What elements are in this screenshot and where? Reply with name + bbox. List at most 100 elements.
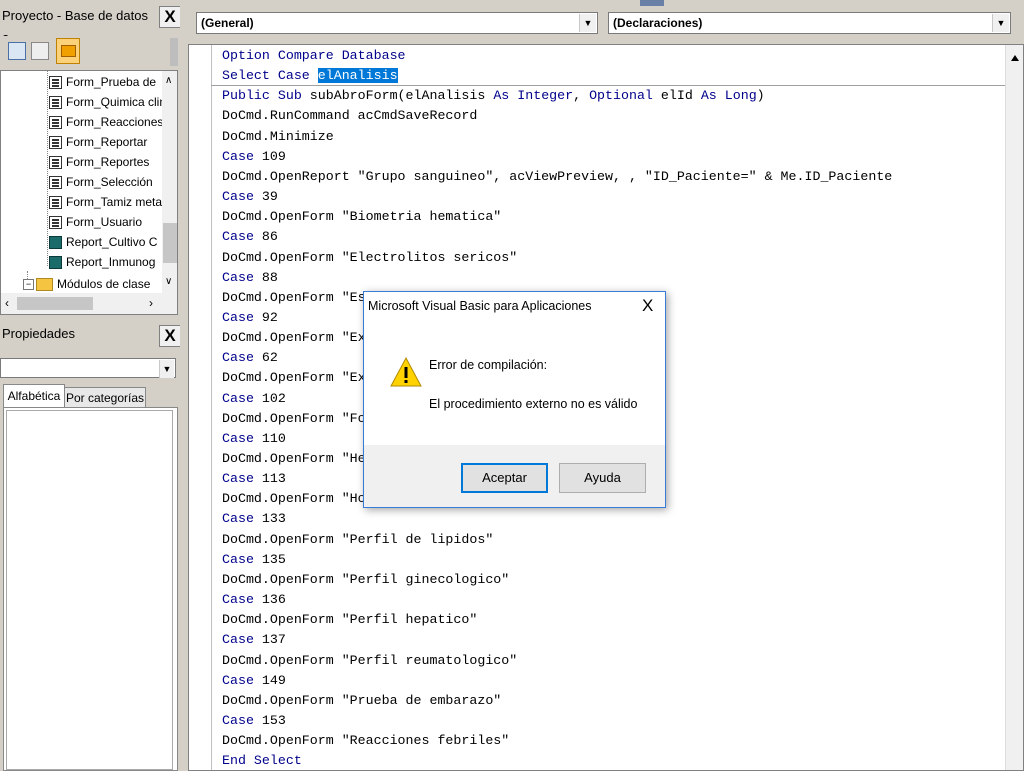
procedure-dropdown[interactable]: (Declaraciones) ▼ [608, 12, 1011, 34]
code-token: DoCmd.OpenForm "He [222, 451, 366, 466]
tree-item[interactable]: Form_Selección [49, 172, 153, 192]
tree-item[interactable]: Form_Tamiz meta [49, 192, 162, 212]
tree-folder-modulos[interactable]: − Módulos de clase [23, 274, 150, 294]
code-vertical-scrollbar[interactable] [1005, 45, 1023, 770]
tree-item-label: Form_Tamiz meta [66, 195, 163, 209]
accept-button[interactable]: Aceptar [461, 463, 548, 493]
scroll-up-icon[interactable]: ∧ [165, 75, 172, 86]
folder-icon [36, 278, 53, 292]
dialog-message: El procedimiento externo no es válido [429, 397, 638, 411]
dialog-title: Microsoft Visual Basic para Aplicaciones [368, 299, 592, 313]
code-line: Case 92 [222, 308, 278, 328]
keyword-token: End Select [222, 753, 302, 769]
help-button[interactable]: Ayuda [559, 463, 646, 493]
tree-item[interactable]: Form_Reportar [49, 132, 147, 152]
object-dropdown[interactable]: (General) ▼ [196, 12, 598, 34]
form-icon [49, 156, 62, 170]
tree-item[interactable]: Report_Inmunog [49, 252, 155, 272]
scroll-left-icon[interactable]: ‹ [5, 296, 9, 310]
collapse-icon[interactable]: − [23, 279, 34, 291]
code-line: End Select [222, 751, 302, 770]
code-token: DoCmd.OpenForm "Prueba de embarazo" [222, 692, 502, 708]
tree-folder-label: Módulos de clase [57, 277, 151, 291]
selected-token: elAnalisis [317, 68, 398, 84]
dialog-close-button[interactable]: X [642, 296, 653, 316]
code-line: Public Sub subAbroForm(elAnalisis As Int… [222, 86, 765, 106]
code-line: DoCmd.OpenForm "Prueba de embarazo" [222, 691, 501, 711]
toolbar-handle [170, 38, 178, 66]
scroll-thumb[interactable] [163, 223, 177, 263]
code-token: 153 [253, 712, 286, 728]
properties-pane-close-button[interactable]: X [159, 325, 181, 347]
tree-item[interactable]: Form_Quimica clin [49, 92, 166, 112]
tree-item[interactable]: Form_Prueba de [49, 72, 156, 92]
procedure-dropdown-value: (Declaraciones) [613, 16, 703, 30]
tab-alfabetica[interactable]: Alfabética [3, 384, 65, 409]
code-token: DoCmd.OpenForm "Perfil ginecologico" [222, 571, 510, 587]
code-token: 102 [253, 390, 286, 406]
code-token: ) [756, 88, 765, 104]
code-token: 88 [253, 269, 278, 285]
warning-icon [390, 356, 422, 391]
view-object-icon[interactable] [8, 42, 26, 60]
code-token: DoCmd.OpenForm "Biometria hematica" [222, 209, 502, 225]
scroll-right-icon[interactable]: › [149, 296, 153, 310]
code-token: 137 [253, 632, 286, 648]
code-line: Case 109 [222, 147, 286, 167]
tree-item[interactable]: Form_Reportes [49, 152, 149, 172]
properties-object-select[interactable]: ▼ [0, 358, 176, 378]
chevron-down-icon[interactable]: ▼ [159, 360, 174, 378]
code-token: DoCmd.OpenReport "Grupo sanguineo", acVi… [222, 168, 893, 184]
chevron-down-icon[interactable]: ▼ [579, 14, 596, 32]
tree-item[interactable]: Form_Usuario [49, 212, 142, 232]
code-line: Case 102 [222, 389, 286, 409]
keyword-token: Option Compare Database [222, 48, 406, 63]
code-line: Case 62 [222, 348, 278, 368]
code-line: DoCmd.OpenForm "Ex [222, 328, 366, 348]
project-toolbar [0, 36, 180, 68]
tree-item-label: Form_Quimica clin [66, 95, 167, 109]
keyword-token: Case [222, 390, 254, 406]
code-token: 110 [253, 430, 286, 446]
margin-indicator-bar[interactable] [189, 45, 212, 770]
form-icon [49, 216, 62, 230]
keyword-token: Case [222, 229, 254, 245]
code-token: DoCmd.OpenForm "Es [222, 289, 366, 305]
tree-vertical-scrollbar[interactable]: ∧ ∨ [162, 71, 177, 293]
code-line: DoCmd.RunCommand acCmdSaveRecord [222, 106, 477, 126]
keyword-token: Case [222, 471, 254, 487]
code-line: Case 149 [222, 671, 286, 691]
code-token: DoCmd.OpenForm "Perfil hepatico" [222, 612, 478, 628]
scroll-down-icon[interactable]: ∨ [165, 276, 172, 287]
code-line: DoCmd.OpenForm "Perfil reumatologico" [222, 651, 517, 671]
code-line: DoCmd.OpenForm "Reacciones febriles" [222, 731, 509, 751]
code-token: elId [652, 88, 701, 104]
pane-splitter[interactable] [180, 0, 188, 771]
toggle-folders-icon[interactable] [56, 38, 80, 64]
report-icon [49, 236, 62, 250]
tree-item-label: Form_Reportar [66, 135, 148, 149]
project-pane-close-button[interactable]: X [159, 6, 181, 28]
tree-item[interactable]: Form_Reacciones [49, 112, 163, 132]
dialog-button-bar: Aceptar Ayuda [364, 445, 665, 507]
code-line: DoCmd.OpenForm "Fo [222, 409, 366, 429]
tree-horizontal-scrollbar[interactable]: ‹ › [1, 293, 177, 314]
code-line: Select Case elAnalisis [222, 66, 398, 86]
form-icon [49, 76, 62, 90]
code-line: Case 135 [222, 550, 286, 570]
dialog-heading: Error de compilación: [429, 358, 548, 372]
scroll-h-thumb[interactable] [17, 297, 93, 310]
code-token: 136 [253, 592, 286, 608]
form-icon [49, 196, 62, 210]
chevron-down-icon[interactable]: ▼ [992, 14, 1009, 32]
scroll-up-icon[interactable] [1011, 55, 1019, 61]
code-token: DoCmd.OpenForm "Reacciones febriles" [222, 733, 510, 749]
code-line: DoCmd.OpenForm "Ex [222, 368, 366, 388]
keyword-token: As Integer [493, 88, 574, 104]
error-dialog: Microsoft Visual Basic para Aplicaciones… [363, 291, 666, 508]
keyword-token: Case [222, 592, 254, 608]
tree-item[interactable]: Report_Cultivo C [49, 232, 157, 252]
tree-item-label: Form_Reportes [66, 155, 150, 169]
view-code-icon[interactable] [31, 42, 49, 60]
code-line: DoCmd.OpenForm "Ho [222, 489, 366, 509]
